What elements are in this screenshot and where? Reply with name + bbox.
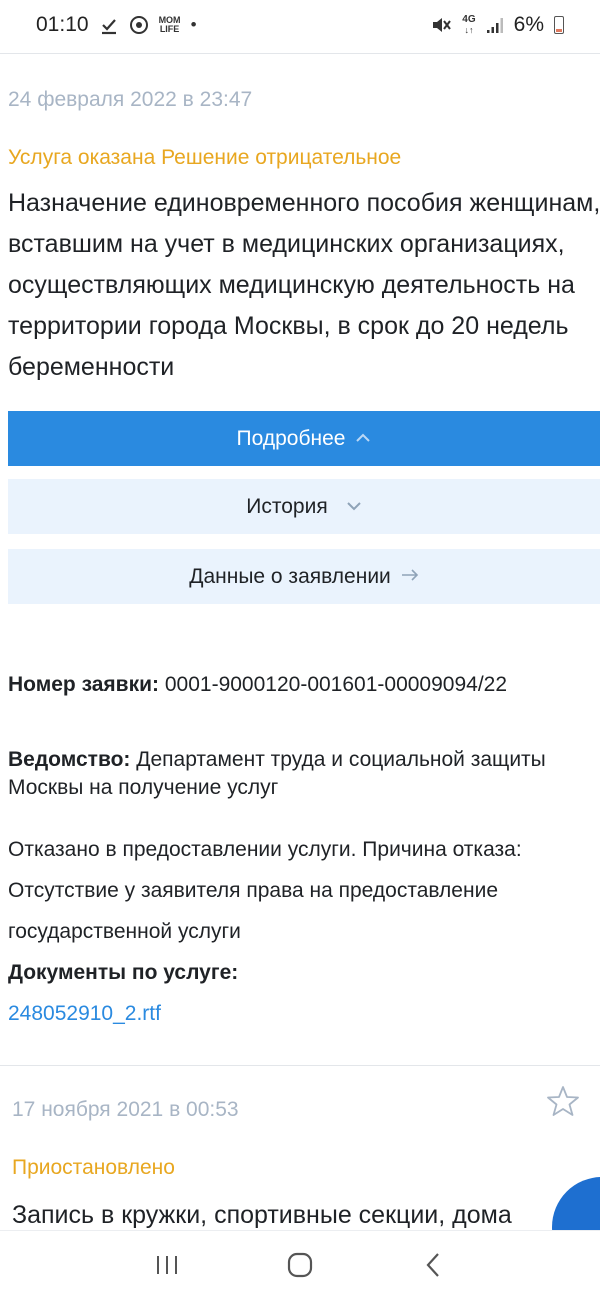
application-data-button[interactable]: Данные о заявлении [8, 549, 600, 604]
network-type-icon: 4G ↓↑ [462, 14, 476, 36]
card1-title[interactable]: Назначение единовременного пособия женщи… [8, 183, 600, 388]
recent-apps-icon[interactable] [147, 1245, 187, 1285]
history-button-label: История [246, 494, 328, 518]
battery-icon [554, 16, 564, 34]
chevron-up-icon [355, 430, 371, 448]
home-icon[interactable] [280, 1245, 320, 1285]
timer-app-icon [129, 15, 149, 35]
momlife-text: MOM LIFE [158, 15, 181, 34]
signal-icon [486, 16, 504, 34]
status-bar-right: 4G ↓↑ 6% [430, 13, 564, 37]
network-type-text: 4G [462, 14, 476, 25]
data-arrows-icon: ↓↑ [464, 25, 474, 35]
card2-date: 17 ноября 2021 в 00:53 [12, 1098, 239, 1121]
floating-action-button[interactable] [552, 1177, 600, 1230]
momlife-icon: MOM LIFE [159, 16, 181, 34]
card2-status: Приостановлено [12, 1156, 175, 1179]
details-button[interactable]: Подробнее [8, 411, 600, 466]
system-nav-bar [0, 1230, 600, 1299]
mute-icon [430, 15, 452, 35]
download-check-icon [99, 15, 119, 35]
arrow-right-icon [401, 568, 419, 586]
document-link[interactable]: 248052910_2.rtf [8, 993, 600, 1034]
card-separator [0, 1065, 600, 1066]
orders-list[interactable]: 24 февраля 2022 в 23:47 Услуга оказана Р… [0, 54, 600, 1230]
history-button[interactable]: История [8, 479, 600, 534]
documents-label: Документы по услуге: [8, 952, 600, 993]
department: Ведомство: Департамент труда и социально… [8, 746, 600, 802]
order-number-value: 0001-9000120-001601-00009094/22 [164, 673, 508, 696]
status-bar: 01:10 MOM LIFE • 4G ↓↑ 6% [0, 0, 600, 50]
card2-title[interactable]: Запись в кружки, спортивные секции, дома [12, 1195, 600, 1230]
refusal-reason: Отказано в предоставлении услуги. Причин… [8, 838, 522, 943]
dot-icon: • [190, 15, 197, 34]
favorite-star-icon[interactable] [546, 1084, 580, 1118]
application-data-button-label: Данные о заявлении [189, 564, 391, 588]
card1-status: Услуга оказана Решение отрицательное [8, 146, 402, 169]
battery-percent: 6% [513, 13, 544, 36]
chevron-down-icon [346, 498, 362, 516]
order-number: Номер заявки: 0001-9000120-001601-000090… [8, 664, 600, 705]
order-number-label: Номер заявки: [8, 673, 160, 696]
status-bar-left: 01:10 MOM LIFE • [36, 13, 197, 37]
back-icon[interactable] [413, 1245, 453, 1285]
details-button-label: Подробнее [236, 426, 346, 450]
card1-date: 24 февраля 2022 в 23:47 [8, 88, 253, 111]
department-label: Ведомство: [8, 748, 131, 771]
status-time: 01:10 [36, 13, 89, 36]
documents-label-text: Документы по услуге: [8, 961, 239, 984]
